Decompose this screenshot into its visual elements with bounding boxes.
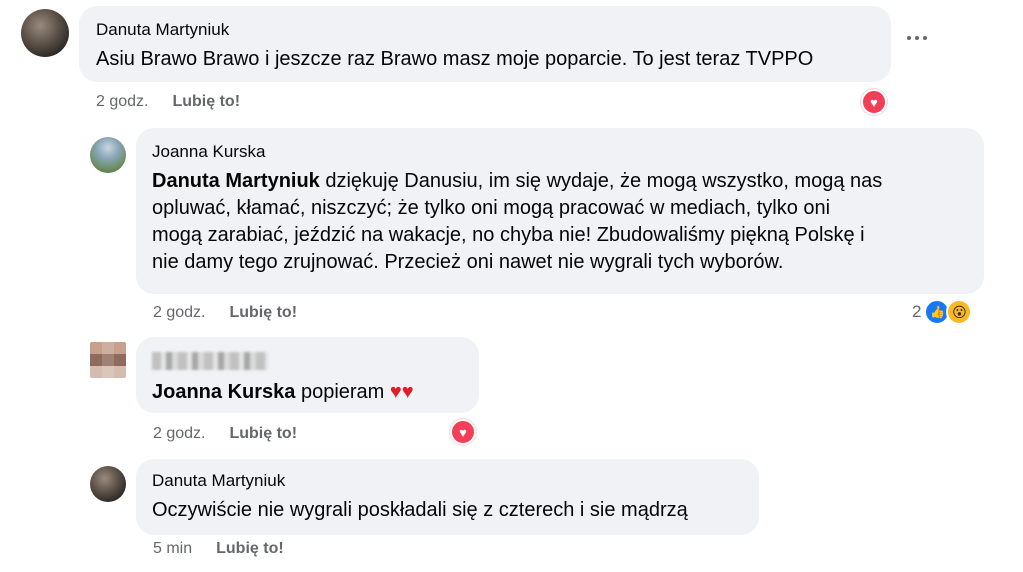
text-line: mogą zarabiać, jeździć na wakacje, no ch… [152,224,865,246]
comment-text: Danuta Martyniuk dziękuję Danusiu, im si… [152,168,968,276]
reaction-count: 2 [912,302,922,321]
like-button[interactable]: Lubię to! [216,540,284,558]
reaction-summary[interactable]: ♥ [450,419,476,445]
comment-time[interactable]: 2 godz. [96,93,148,111]
comment-meta: 2 godz. Lubię to! [153,425,297,443]
comment-meta: 5 min Lubię to! [153,540,284,558]
blurred-author-name [152,352,268,370]
avatar[interactable] [90,342,126,378]
avatar[interactable] [90,466,126,502]
comment-meta: 2 godz. Lubię to! [153,304,297,322]
comment-bubble: Joanna Kurska Danuta Martyniuk dziękuję … [136,128,984,294]
heart-emoji-icon: ♥♥ [389,381,414,403]
comment-time[interactable]: 2 godz. [153,425,205,443]
mention-link[interactable]: Danuta Martyniuk [152,170,320,192]
mention-link[interactable]: Joanna Kurska [152,381,295,403]
comment-text: Oczywiście nie wygrali poskładali się z … [152,499,688,521]
like-button[interactable]: Lubię to! [229,425,297,443]
comment-author[interactable]: Joanna Kurska [152,142,968,162]
avatar[interactable] [21,9,69,57]
more-options-icon[interactable] [907,36,927,40]
text-line: dziękuję Danusiu, im się wydaje, że mogą… [319,170,883,192]
like-button[interactable]: Lubię to! [229,304,297,322]
like-button[interactable]: Lubię to! [172,93,240,111]
comment-author[interactable]: Danuta Martyniuk [96,20,873,40]
reaction-summary[interactable]: 2 👍 😮 [912,299,973,325]
text-line: nie damy tego zrujnować. Przecież oni na… [152,251,784,273]
comment-author[interactable]: Danuta Martyniuk [152,471,743,491]
comment-time[interactable]: 2 godz. [153,304,205,322]
text-part: popieram [295,381,390,403]
reaction-summary[interactable]: ♥ [861,89,887,115]
comment-bubble: Danuta Martyniuk Oczywiście nie wygrali … [136,459,759,535]
comment-bubble: Danuta Martyniuk Asiu Brawo Brawo i jesz… [79,6,891,82]
comment-text: Asiu Brawo Brawo i jeszcze raz Brawo mas… [96,48,814,70]
comment-time[interactable]: 5 min [153,540,192,558]
wow-reaction-icon: 😮 [946,299,973,325]
comment-text: Joanna Kurska popieram ♥♥ [152,379,463,406]
text-line: opluwać, kłamać, niszczyć; że tylko oni … [152,197,831,219]
comment-bubble: Joanna Kurska popieram ♥♥ [136,337,479,413]
heart-reaction-icon: ♥ [861,89,887,115]
heart-reaction-icon: ♥ [450,419,476,445]
comment-meta: 2 godz. Lubię to! [96,93,240,111]
avatar[interactable] [90,137,126,173]
